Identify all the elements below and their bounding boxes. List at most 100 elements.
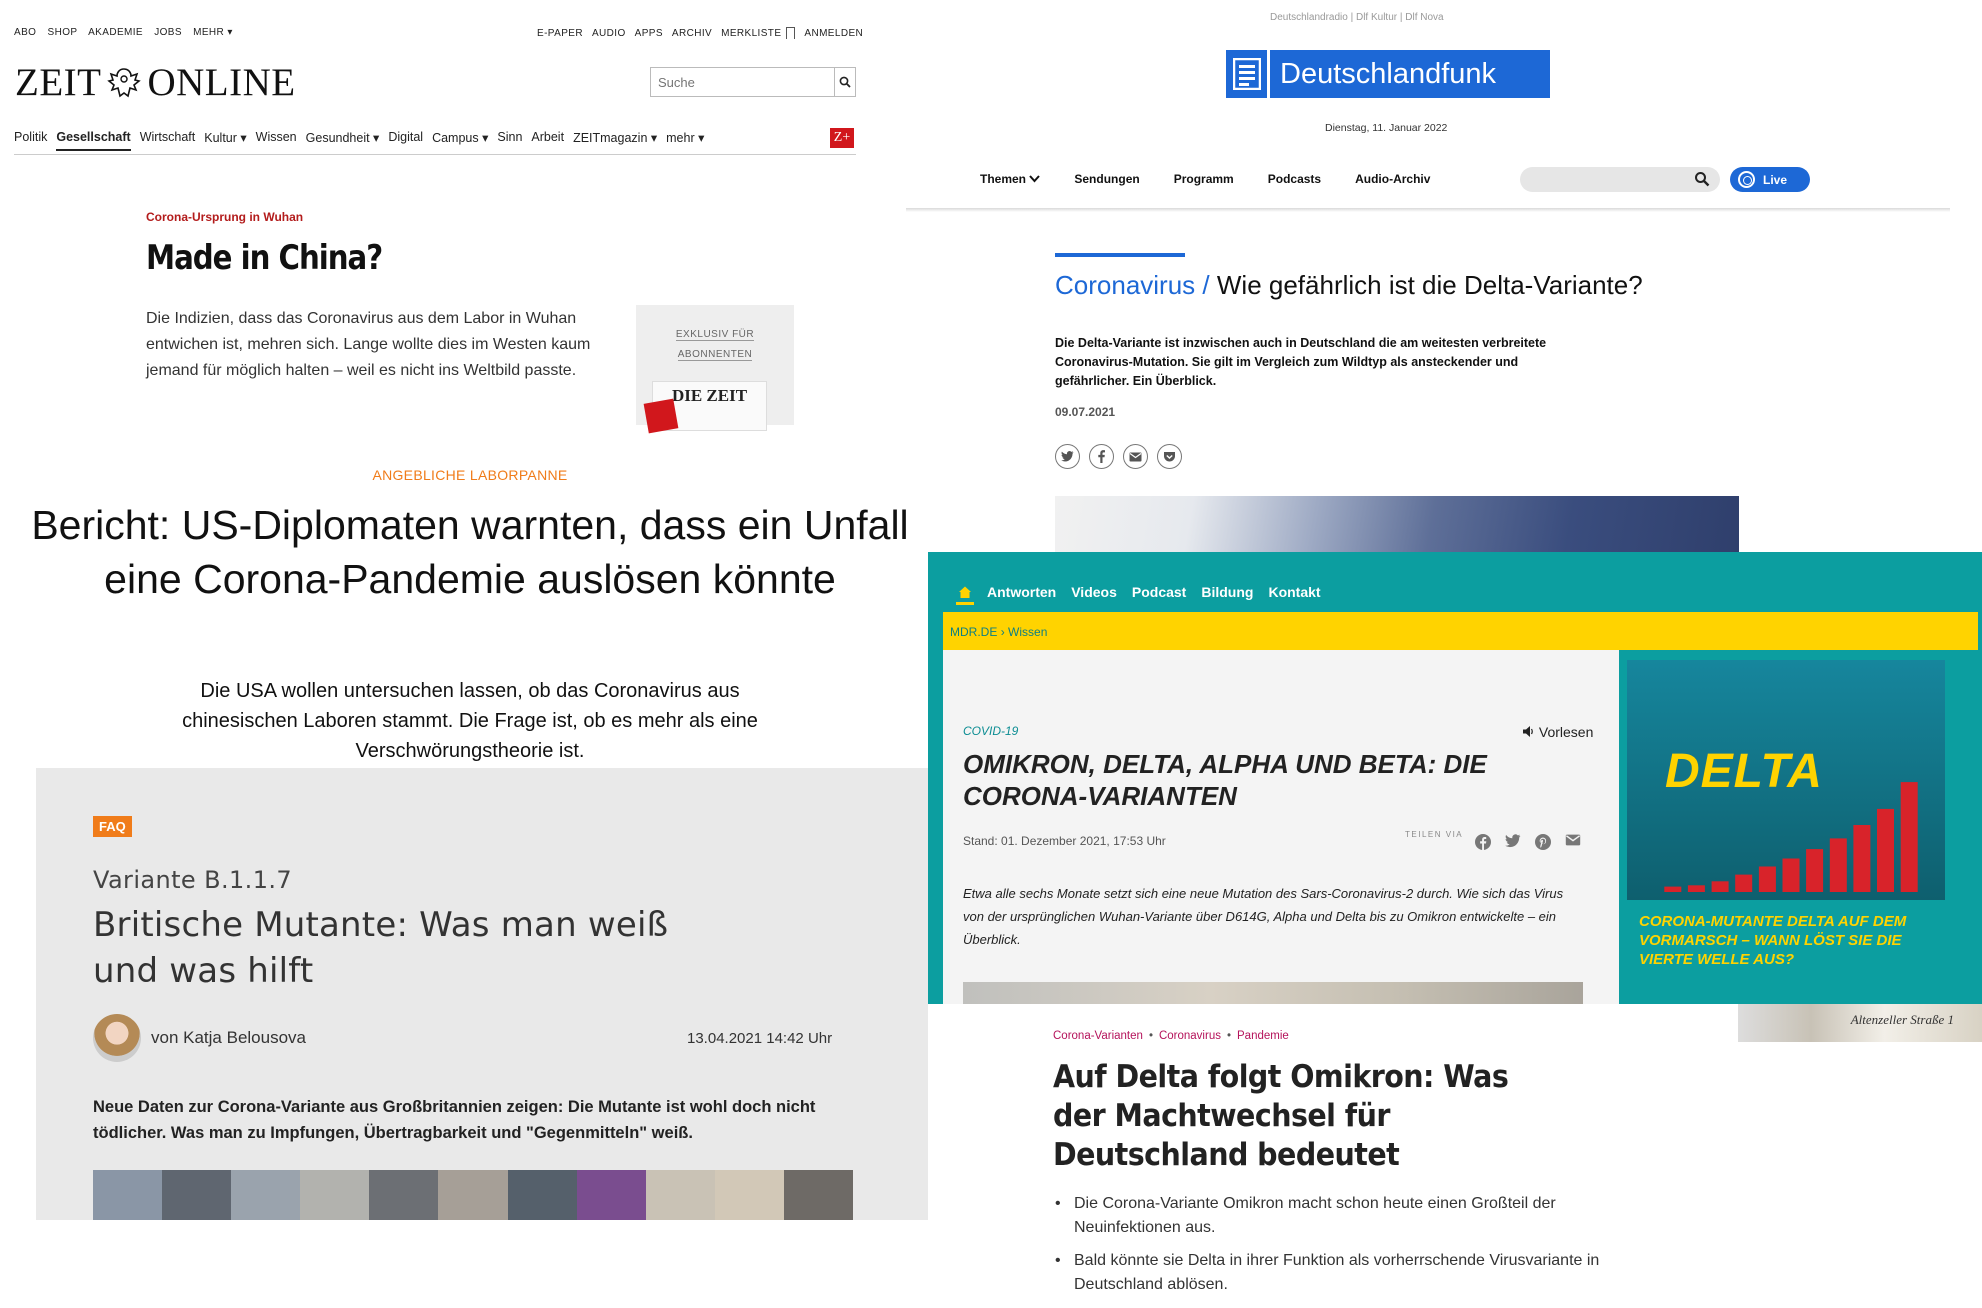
mdr-nav-item-videos[interactable]: Videos bbox=[1071, 584, 1117, 600]
faq-title[interactable]: Britische Mutante: Was man weiß und was … bbox=[93, 902, 733, 994]
summary-bullet: Die Corona-Variante Omikron macht schon … bbox=[1053, 1192, 1613, 1240]
dlf-nav-item-podcasts[interactable]: Podcasts bbox=[1268, 172, 1321, 186]
dlf-live-button[interactable]: Live bbox=[1730, 167, 1810, 192]
zplus-badge[interactable]: Z+ bbox=[830, 128, 854, 148]
zeit-main-nav: Politik Gesellschaft Wirtschaft Kultur ▾… bbox=[14, 130, 704, 151]
mdr-article-title: OMIKRON, DELTA, ALPHA UND BETA: DIE CORO… bbox=[963, 749, 1487, 811]
zeit-service-item[interactable]: APPS bbox=[635, 28, 663, 39]
faq-overline: Variante B.1.1.7 bbox=[93, 866, 293, 894]
zeit-nav-item-zeitmagazin[interactable]: ZEITmagazin ▾ bbox=[573, 130, 657, 151]
pinterest-icon[interactable] bbox=[1535, 834, 1551, 850]
dlf-headline-separator: / bbox=[1202, 270, 1210, 300]
delta-image-title: DELTA bbox=[1665, 745, 1823, 798]
dlf-nav-item-programm[interactable]: Programm bbox=[1174, 172, 1234, 186]
dlf-search-input[interactable] bbox=[1520, 167, 1720, 192]
dlf-nav-item-audio-archiv[interactable]: Audio-Archiv bbox=[1355, 172, 1430, 186]
breadcrumb-section[interactable]: Wissen bbox=[1008, 625, 1047, 639]
faq-author[interactable]: von Katja Belousova bbox=[151, 1028, 306, 1048]
mail-icon[interactable] bbox=[1565, 834, 1581, 846]
faq-article-screenshot: FAQ Variante B.1.1.7 Britische Mutante: … bbox=[36, 768, 928, 1220]
faq-lead: Neue Daten zur Corona-Variante aus Großb… bbox=[93, 1098, 816, 1142]
zeit-top-nav-item[interactable]: ABO bbox=[14, 27, 36, 38]
zeit-top-nav-item[interactable]: AKADEMIE bbox=[88, 27, 143, 38]
zeit-service-item[interactable]: E-PAPER bbox=[537, 28, 583, 39]
dlf-article-image bbox=[1055, 496, 1739, 552]
dlf-nav-item-themen[interactable]: Themen bbox=[980, 172, 1041, 186]
breadcrumb-home[interactable]: MDR.DE bbox=[950, 625, 997, 639]
zeit-nav-item-mehr[interactable]: mehr ▾ bbox=[666, 130, 704, 151]
zeit-search-button[interactable] bbox=[834, 68, 855, 96]
zeit-nav-item-gesundheit[interactable]: Gesundheit ▾ bbox=[306, 130, 380, 151]
mdr-teaser-card[interactable]: DELTA CORONA-MUTANTE DELTA AUF DEM VORMA… bbox=[1627, 660, 1945, 976]
zeit-nav-item-politik[interactable]: Politik bbox=[14, 130, 47, 151]
zeit-top-nav-item[interactable]: MEHR ▾ bbox=[193, 27, 233, 38]
zeit-nav-item-gesellschaft[interactable]: Gesellschaft bbox=[56, 130, 131, 151]
search-icon[interactable] bbox=[1694, 171, 1710, 187]
zeit-logo-text-right: ONLINE bbox=[147, 61, 296, 104]
zeit-top-nav-item[interactable]: SHOP bbox=[48, 27, 78, 38]
dlf-subbrands[interactable]: Deutschlandradio | Dlf Kultur | Dlf Nova bbox=[1270, 12, 1444, 23]
mdr-nav-item-antworten[interactable]: Antworten bbox=[987, 584, 1056, 600]
subscriber-promo[interactable]: EXKLUSIV FÜR ABONNENTEN DIE ZEIT bbox=[636, 305, 794, 434]
bookmark-icon[interactable] bbox=[786, 27, 796, 39]
correctiv-title[interactable]: Bericht: US-Diplomaten warnten, dass ein… bbox=[30, 498, 910, 606]
delta-bar bbox=[1806, 849, 1824, 892]
zeit-service-item[interactable]: MERKLISTE bbox=[721, 28, 781, 39]
twitter-icon[interactable] bbox=[1505, 834, 1521, 848]
home-icon[interactable] bbox=[958, 585, 972, 599]
pocket-icon[interactable] bbox=[1157, 444, 1182, 469]
mail-icon[interactable] bbox=[1123, 444, 1148, 469]
zeit-nav-item-digital[interactable]: Digital bbox=[388, 130, 423, 151]
tag-link[interactable]: Corona-Varianten bbox=[1053, 1030, 1143, 1042]
zeit-search bbox=[650, 67, 856, 97]
dlf-date: Dienstag, 11. Januar 2022 bbox=[1325, 122, 1448, 134]
image-strip-segment bbox=[576, 1170, 646, 1220]
dlf-headline[interactable]: Coronavirus / Wie gefährlich ist die Del… bbox=[1055, 270, 1643, 301]
delta-bar bbox=[1711, 881, 1729, 892]
tag-link[interactable]: Coronavirus bbox=[1159, 1030, 1221, 1042]
zeit-nav-item-wissen[interactable]: Wissen bbox=[256, 130, 297, 151]
tag-link[interactable]: Pandemie bbox=[1237, 1030, 1289, 1042]
live-radio-icon bbox=[1738, 171, 1755, 188]
avatar[interactable] bbox=[93, 1014, 141, 1062]
dlf-headline-text: Wie gefährlich ist die Delta-Variante? bbox=[1216, 270, 1643, 300]
zeit-nav-item-kultur[interactable]: Kultur ▾ bbox=[204, 130, 246, 151]
dlf-nav-item-sendungen[interactable]: Sendungen bbox=[1074, 172, 1139, 186]
dlf-logo[interactable]: Deutschlandfunk bbox=[1226, 50, 1550, 98]
zeit-nav-item-wirtschaft[interactable]: Wirtschaft bbox=[140, 130, 196, 151]
mdr-nav-item-kontakt[interactable]: Kontakt bbox=[1268, 584, 1320, 600]
dlf-headline-category[interactable]: Coronavirus bbox=[1055, 270, 1195, 300]
tag-separator: • bbox=[1148, 1030, 1153, 1042]
chevron-down-icon bbox=[1029, 175, 1041, 183]
eagle-crest-icon bbox=[107, 67, 142, 97]
zeit-logo[interactable]: ZEIT ONLINE bbox=[15, 60, 296, 105]
zeit-service-item[interactable]: ARCHIV bbox=[672, 28, 712, 39]
street-sign-text: Altenzeller Straße 1 bbox=[1850, 1012, 1954, 1027]
image-strip-segment bbox=[714, 1170, 784, 1220]
zeit-top-nav-item[interactable]: JOBS bbox=[154, 27, 182, 38]
headline-accent-bar bbox=[1055, 253, 1185, 257]
zeit-nav-item-campus[interactable]: Campus ▾ bbox=[432, 130, 488, 151]
dlf-share-buttons bbox=[1055, 444, 1182, 469]
zeit-article-title[interactable]: Made in China? bbox=[146, 238, 383, 278]
breadcrumb-bar bbox=[943, 612, 1978, 650]
image-strip-segment bbox=[300, 1170, 370, 1220]
zeit-top-nav: ABO SHOP AKADEMIE JOBS MEHR ▾ bbox=[14, 27, 241, 38]
image-strip-segment bbox=[231, 1170, 301, 1220]
zeit-service-item[interactable]: AUDIO bbox=[592, 28, 626, 39]
image-strip-segment bbox=[783, 1170, 854, 1220]
read-aloud-button[interactable]: Vorlesen bbox=[1523, 724, 1593, 740]
facebook-icon[interactable] bbox=[1475, 834, 1491, 850]
mdr-article-date: Stand: 01. Dezember 2021, 17:53 Uhr bbox=[963, 834, 1166, 848]
breadcrumb: MDR.DE › Wissen bbox=[950, 625, 1047, 639]
zeit-login-link[interactable]: ANMELDEN bbox=[804, 28, 863, 39]
zeit-nav-item-sinn[interactable]: Sinn bbox=[497, 130, 522, 151]
mdr-nav-item-bildung[interactable]: Bildung bbox=[1201, 584, 1253, 600]
dlf-nav-label: Themen bbox=[980, 172, 1027, 186]
mdr-nav-item-podcast[interactable]: Podcast bbox=[1132, 584, 1186, 600]
mdr-article-tag[interactable]: COVID-19 bbox=[963, 724, 1018, 738]
twitter-icon[interactable] bbox=[1055, 444, 1080, 469]
facebook-icon[interactable] bbox=[1089, 444, 1114, 469]
zeit-nav-item-arbeit[interactable]: Arbeit bbox=[531, 130, 564, 151]
zeit-search-input[interactable] bbox=[651, 68, 834, 96]
